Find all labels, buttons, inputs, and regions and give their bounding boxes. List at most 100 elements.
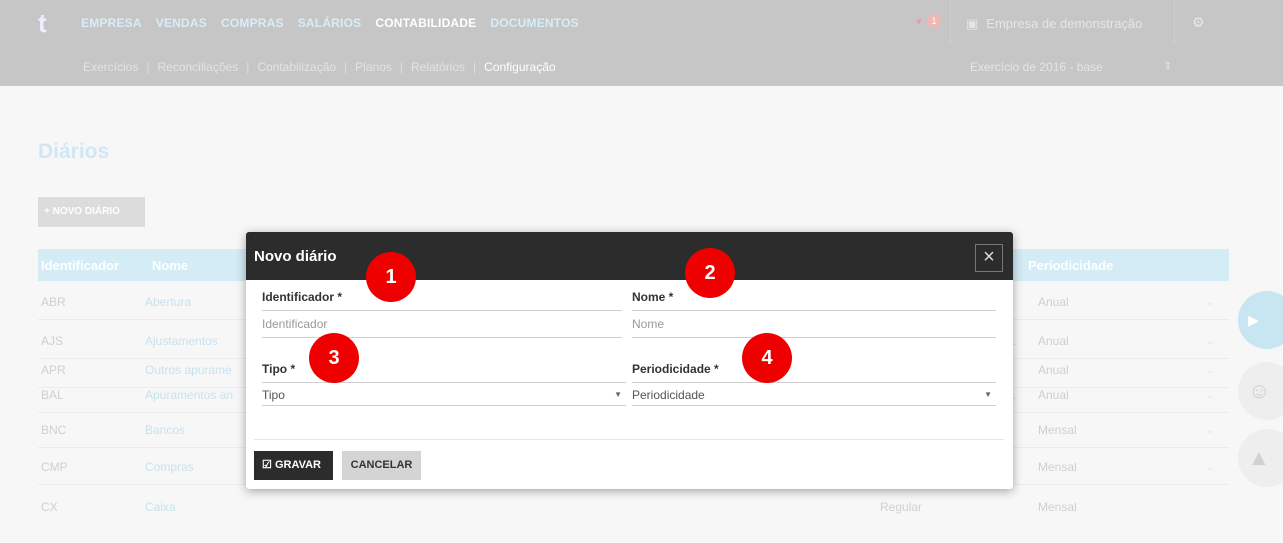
nav-empresa[interactable]: EMPRESA <box>81 16 142 30</box>
nav-vendas[interactable]: VENDAS <box>156 16 207 30</box>
cell-name-link[interactable]: Caixa <box>145 500 176 514</box>
notification-count-badge: 1 <box>927 14 941 28</box>
updown-caret-icon: ⇕ <box>1163 61 1172 72</box>
tipo-label: Tipo * <box>262 362 296 376</box>
notifications-button[interactable]: ▾ 1 <box>916 14 942 30</box>
support-button[interactable]: ☺ <box>1238 362 1283 420</box>
identificador-input[interactable]: Identificador <box>262 310 622 336</box>
subnav-exercicios[interactable]: Exercícios <box>77 60 144 74</box>
new-journal-modal: Novo diário × Identificador * Identifica… <box>246 232 1013 489</box>
input-underline <box>632 337 996 338</box>
save-button[interactable]: ☑ GRAVAR <box>254 451 333 480</box>
cell-id: AJS <box>41 334 64 348</box>
column-header-identificador[interactable]: Identificador <box>41 258 119 273</box>
callout-marker-1: 1 <box>366 252 416 302</box>
input-underline <box>262 337 622 338</box>
column-header-nome[interactable]: Nome <box>152 258 188 273</box>
page-title: Diários <box>38 140 110 163</box>
periodicidade-select[interactable]: Periodicidade ▼ <box>632 382 996 406</box>
cell-id: APR <box>41 363 66 377</box>
cancel-button[interactable]: CANCELAR <box>342 451 421 480</box>
checkbox-icon: ☑ <box>262 459 272 471</box>
select-arrow-icon: ▼ <box>984 390 992 399</box>
identificador-label: Identificador * <box>262 290 343 304</box>
tipo-select[interactable]: Tipo ▼ <box>262 382 626 406</box>
divider <box>1174 0 1175 44</box>
subnav-separator: | <box>344 60 348 74</box>
nav-salarios[interactable]: SALÁRIOS <box>298 16 362 30</box>
cell-name-link[interactable]: Outros apurame <box>145 363 232 377</box>
table-row[interactable]: CX Caixa Regular Mensal <box>38 490 1229 525</box>
subnav-planos[interactable]: Planos <box>349 60 398 74</box>
cell-name-link[interactable]: Compras <box>145 460 194 474</box>
briefcase-icon: ▣ <box>966 16 979 31</box>
sub-nav: Exercícios | Reconciliações | Contabilizaç… <box>77 60 562 74</box>
callout-marker-3: 3 <box>309 333 359 383</box>
app-logo[interactable]: t <box>38 10 60 36</box>
callout-marker-2: 2 <box>685 248 735 298</box>
save-button-label: GRAVAR <box>274 459 321 471</box>
subnav-separator: | <box>399 60 403 74</box>
cell-periodicity: Anual <box>1038 388 1069 402</box>
modal-header: Novo diário × <box>246 232 1013 280</box>
subnav-reconciliacoes[interactable]: Reconciliações <box>151 60 244 74</box>
cell-type: Regular <box>880 500 923 514</box>
subnav-separator: | <box>473 60 477 74</box>
subnav-separator: | <box>146 60 150 74</box>
subnav-configuracao[interactable]: Configuração <box>478 60 561 74</box>
select-arrow-icon: ▼ <box>614 390 622 399</box>
chevron-down-icon[interactable]: ⌄ <box>1206 365 1214 376</box>
face-icon: ☺ <box>1248 378 1271 403</box>
cell-name-link[interactable]: Abertura <box>145 295 191 309</box>
top-navigation-bar: t EMPRESA VENDAS COMPRAS SALÁRIOS CONTAB… <box>0 0 1283 86</box>
gear-icon[interactable]: ⚙ <box>1192 14 1205 31</box>
cell-name-link[interactable]: Apuramentos an <box>145 388 233 402</box>
company-switcher[interactable]: ▣ Empresa de demonstração <box>966 16 1142 32</box>
cell-id: CX <box>41 500 58 514</box>
chevron-down-icon[interactable]: ⌄ <box>1206 297 1214 308</box>
cell-periodicity: Mensal <box>1038 423 1077 437</box>
cell-name-link[interactable]: Bancos <box>145 423 185 437</box>
chevron-down-icon[interactable]: ⌄ <box>1206 336 1214 347</box>
column-header-periodicidade[interactable]: Periodicidade <box>1028 258 1113 273</box>
nav-contabilidade[interactable]: CONTABILIDADE <box>375 16 476 30</box>
close-icon[interactable]: × <box>975 244 1003 272</box>
announcements-button[interactable]: ▸ <box>1238 291 1283 349</box>
periodicidade-select-value: Periodicidade <box>632 388 705 402</box>
nav-documentos[interactable]: DOCUMENTOS <box>490 16 578 30</box>
cell-periodicity: Anual <box>1038 295 1069 309</box>
chevron-down-icon[interactable]: ⌄ <box>1206 425 1214 436</box>
subnav-relatorios[interactable]: Relatórios <box>405 60 471 74</box>
megaphone-icon: ▸ <box>1248 307 1260 332</box>
cell-id: BNC <box>41 423 67 437</box>
exercise-selector[interactable]: Exercício de 2016 - base ⇕ <box>958 52 1188 82</box>
divider <box>950 0 951 44</box>
periodicidade-label: Periodicidade * <box>632 362 719 376</box>
graduation-cap-icon: ▲ <box>1248 445 1270 470</box>
nome-label: Nome * <box>632 290 674 304</box>
bell-icon: ▾ <box>916 16 922 28</box>
modal-title: Novo diário <box>254 248 337 265</box>
cell-periodicity: Mensal <box>1038 500 1077 514</box>
chevron-down-icon[interactable]: ⌄ <box>1206 462 1214 473</box>
subnav-contabilizacao[interactable]: Contabilização <box>251 60 342 74</box>
modal-divider <box>254 439 1004 440</box>
company-name: Empresa de demonstração <box>986 16 1143 31</box>
exercise-label: Exercício de 2016 - base <box>970 60 1103 74</box>
subnav-separator: | <box>246 60 250 74</box>
cell-id: CMP <box>41 460 68 474</box>
callout-marker-4: 4 <box>742 333 792 383</box>
cell-periodicity: Mensal <box>1038 460 1077 474</box>
tipo-select-value: Tipo <box>262 388 285 402</box>
nav-compras[interactable]: COMPRAS <box>221 16 284 30</box>
cell-id: ABR <box>41 295 66 309</box>
new-journal-button[interactable]: + NOVO DIÁRIO <box>38 197 145 227</box>
cell-periodicity: Anual <box>1038 363 1069 377</box>
cell-name-link[interactable]: Ajustamentos <box>145 334 218 348</box>
main-nav: EMPRESA VENDAS COMPRAS SALÁRIOS CONTABIL… <box>81 16 579 30</box>
nome-input[interactable]: Nome <box>632 310 996 336</box>
chevron-down-icon[interactable]: ⌄ <box>1206 390 1214 401</box>
cell-periodicity: Anual <box>1038 334 1069 348</box>
cell-id: BAL <box>41 388 64 402</box>
academy-button[interactable]: ▲ <box>1238 429 1283 487</box>
